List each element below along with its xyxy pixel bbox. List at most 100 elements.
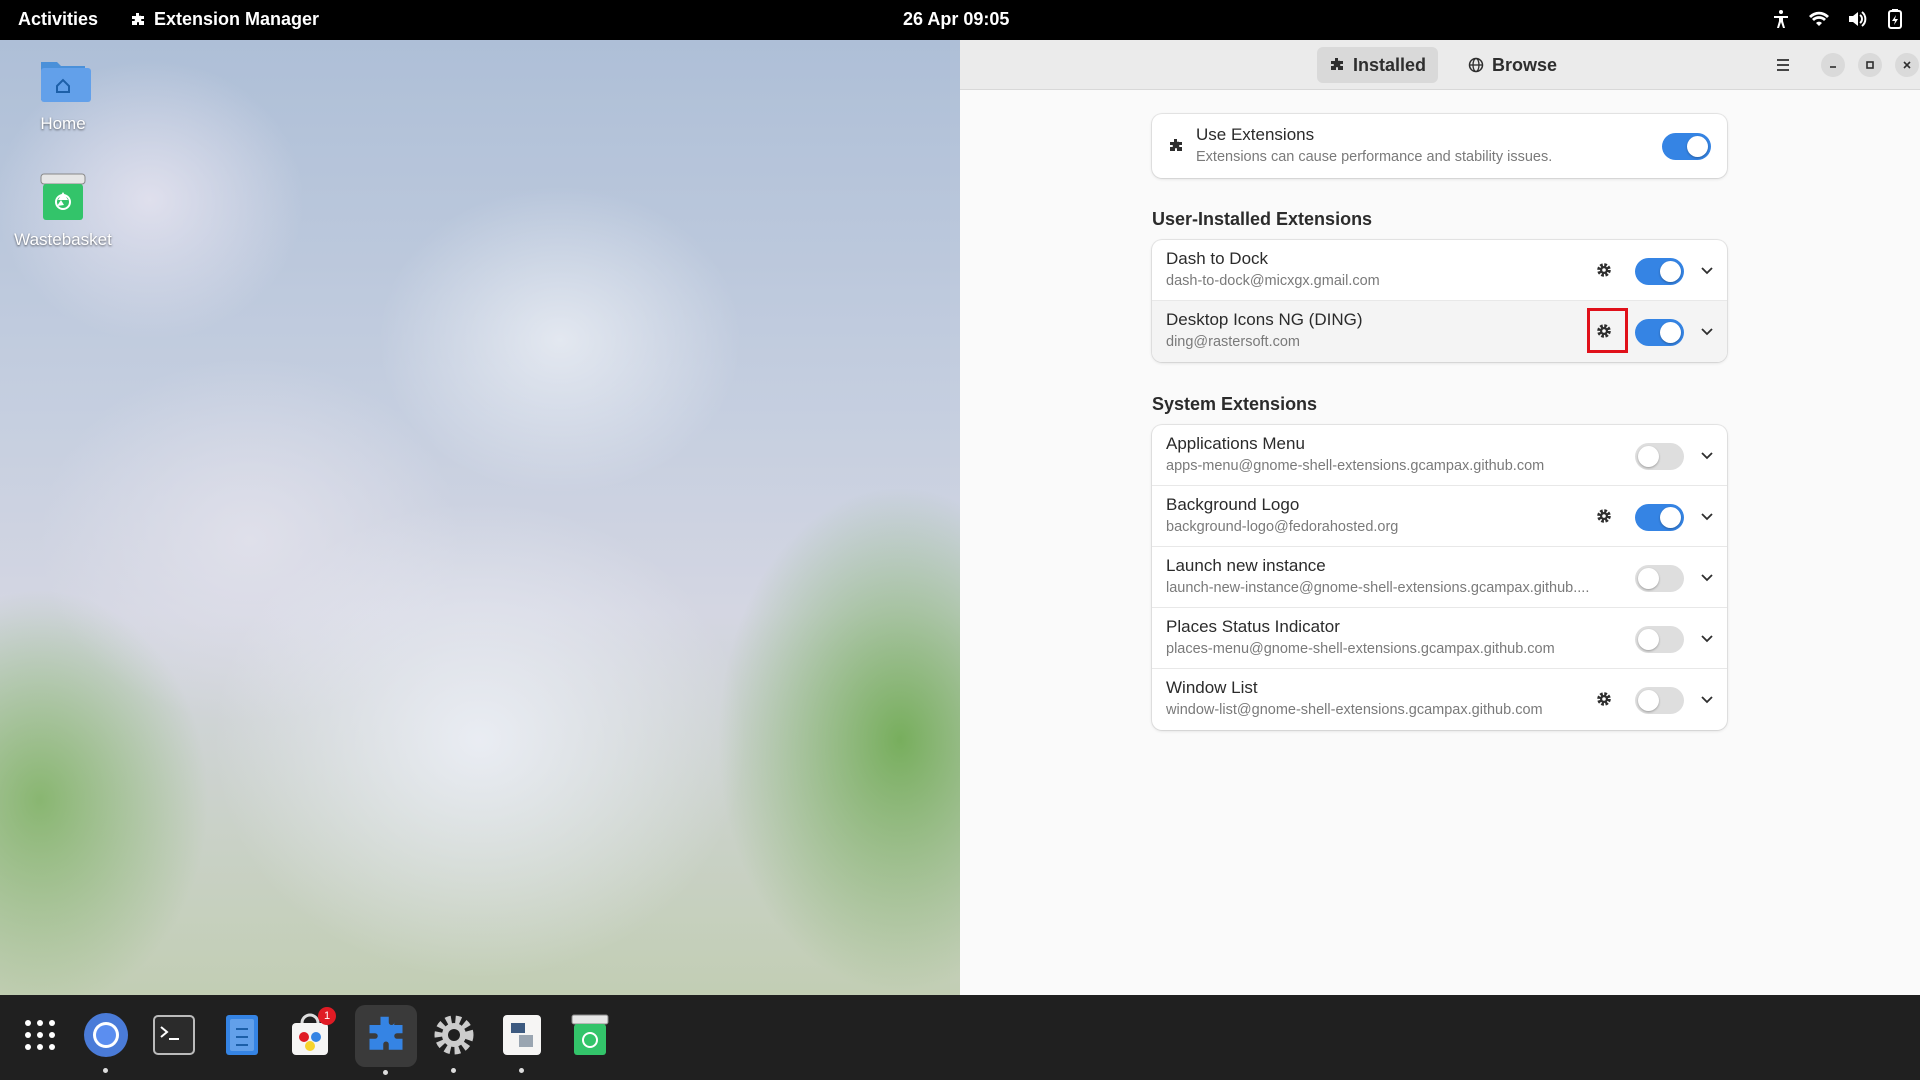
tab-browse[interactable]: Browse: [1456, 47, 1569, 83]
hamburger-menu-icon: [1777, 59, 1789, 71]
accessibility-icon[interactable]: [1770, 8, 1792, 30]
maximize-icon: [1866, 61, 1874, 69]
close-button[interactable]: [1895, 53, 1919, 77]
extension-settings-button[interactable]: [1594, 506, 1614, 526]
extension-toggle[interactable]: [1635, 687, 1684, 714]
extension-uuid: dash-to-dock@micxgx.gmail.com: [1166, 273, 1380, 289]
expand-button[interactable]: [1699, 630, 1715, 646]
highlight-box: [1587, 308, 1628, 353]
files-launcher[interactable]: [214, 1007, 270, 1063]
extension-uuid: launch-new-instance@gnome-shell-extensio…: [1166, 580, 1590, 596]
desktop-icon-label: Wastebasket: [14, 230, 112, 249]
desktop-wastebasket-icon[interactable]: Wastebasket: [3, 168, 123, 250]
use-extensions-title: Use Extensions: [1196, 125, 1315, 144]
extension-row[interactable]: Places Status Indicator places-menu@gnome…: [1152, 608, 1727, 669]
extension-manager-launcher[interactable]: [355, 1005, 417, 1075]
chevron-down-icon: [1701, 635, 1713, 643]
close-icon: [1903, 61, 1911, 69]
desktop-home-icon[interactable]: Home: [3, 52, 123, 134]
extension-toggle[interactable]: [1635, 319, 1684, 346]
tab-installed[interactable]: Installed: [1317, 47, 1439, 83]
puzzle-icon: [1331, 58, 1343, 70]
dock: 1: [0, 995, 1920, 1080]
extension-row[interactable]: Applications Menu apps-menu@gnome-shell-e…: [1152, 425, 1727, 486]
extension-row[interactable]: Desktop Icons NG (DING) ding@rastersoft.c…: [1152, 301, 1727, 362]
extension-settings-button[interactable]: [1594, 689, 1614, 709]
files-icon: [226, 1015, 258, 1055]
gear-icon: [1597, 509, 1611, 523]
desktop-icon-label: Home: [40, 114, 86, 133]
extension-toggle[interactable]: [1635, 565, 1684, 592]
home-folder-icon: [41, 62, 91, 102]
chevron-down-icon: [1701, 696, 1713, 704]
top-bar: Activities Extension Manager 26 Apr 09:0…: [0, 0, 1920, 40]
expand-button[interactable]: [1699, 262, 1715, 278]
extension-row[interactable]: Launch new instance launch-new-instance@g…: [1152, 547, 1727, 608]
gear-icon: [1597, 263, 1611, 277]
tab-label: Installed: [1353, 54, 1427, 75]
system-extensions-heading: System Extensions: [1152, 394, 1318, 414]
show-apps-button[interactable]: [12, 1007, 68, 1063]
extension-row[interactable]: Dash to Dock dash-to-dock@micxgx.gmail.co…: [1152, 240, 1727, 301]
expand-button[interactable]: [1699, 447, 1715, 463]
system-extensions-list: Applications Menu apps-menu@gnome-shell-e…: [1152, 425, 1727, 730]
chromium-launcher[interactable]: [78, 1007, 134, 1073]
expand-button[interactable]: [1699, 323, 1715, 339]
globe-icon: [1468, 57, 1484, 73]
text-editor-launcher[interactable]: [494, 1007, 550, 1073]
extension-row[interactable]: Background Logo background-logo@fedorahos…: [1152, 486, 1727, 547]
maximize-button[interactable]: [1858, 53, 1882, 77]
trash-icon: [40, 173, 86, 220]
user-extensions-list: Dash to Dock dash-to-dock@micxgx.gmail.co…: [1152, 240, 1727, 362]
extension-uuid: apps-menu@gnome-shell-extensions.gcampax…: [1166, 458, 1545, 474]
header-bar: Installed Browse: [960, 40, 1920, 90]
use-extensions-toggle[interactable]: [1662, 133, 1711, 160]
extension-manager-icon: [369, 1016, 403, 1050]
user-extensions-heading: User-Installed Extensions: [1152, 209, 1373, 229]
desktop-background: Home Wastebasket: [0, 40, 960, 995]
app-name: Extension Manager: [154, 9, 320, 29]
expand-button[interactable]: [1699, 508, 1715, 524]
chevron-down-icon: [1701, 452, 1713, 460]
extension-uuid: window-list@gnome-shell-extensions.gcamp…: [1166, 702, 1543, 718]
chevron-down-icon: [1701, 328, 1713, 336]
terminal-launcher[interactable]: [146, 1007, 202, 1063]
battery-icon[interactable]: [1884, 8, 1906, 30]
extension-manager-window: Installed Browse Use Extensions Extensio…: [960, 40, 1920, 995]
extension-name: Desktop Icons NG (DING): [1166, 310, 1363, 329]
volume-icon[interactable]: [1846, 8, 1868, 30]
extension-toggle[interactable]: [1635, 443, 1684, 470]
main-menu-button[interactable]: [1771, 53, 1795, 77]
extension-row[interactable]: Window List window-list@gnome-shell-exten…: [1152, 669, 1727, 730]
app-menu[interactable]: Extension Manager: [130, 9, 319, 30]
puzzle-icon: [1170, 139, 1182, 151]
use-extensions-subtitle: Extensions can cause performance and sta…: [1196, 149, 1553, 165]
settings-launcher[interactable]: [426, 1007, 482, 1073]
settings-icon: [434, 1015, 474, 1055]
expand-button[interactable]: [1699, 569, 1715, 585]
extension-settings-button[interactable]: [1594, 260, 1614, 280]
extension-uuid: ding@rastersoft.com: [1166, 334, 1300, 350]
update-count-badge: 1: [318, 1007, 336, 1025]
chromium-icon: [84, 1013, 128, 1057]
chevron-down-icon: [1701, 574, 1713, 582]
system-tray[interactable]: [1770, 8, 1906, 30]
activities-button[interactable]: Activities: [18, 9, 98, 30]
software-launcher[interactable]: 1: [282, 1007, 338, 1063]
extension-name: Dash to Dock: [1166, 249, 1269, 268]
wifi-icon[interactable]: [1808, 8, 1830, 30]
extension-toggle[interactable]: [1635, 504, 1684, 531]
terminal-icon: [153, 1015, 195, 1055]
puzzle-icon: [132, 12, 144, 25]
clock[interactable]: 26 Apr 09:05: [903, 9, 1009, 30]
app-grid-icon: [25, 1020, 55, 1050]
extension-name: Places Status Indicator: [1166, 617, 1340, 636]
extension-toggle[interactable]: [1635, 626, 1684, 653]
expand-button[interactable]: [1699, 691, 1715, 707]
extension-uuid: background-logo@fedorahosted.org: [1166, 519, 1399, 535]
minimize-button[interactable]: [1821, 53, 1845, 77]
extension-uuid: places-menu@gnome-shell-extensions.gcamp…: [1166, 641, 1555, 657]
extension-toggle[interactable]: [1635, 258, 1684, 285]
chevron-down-icon: [1701, 513, 1713, 521]
trash-launcher[interactable]: [562, 1007, 618, 1063]
